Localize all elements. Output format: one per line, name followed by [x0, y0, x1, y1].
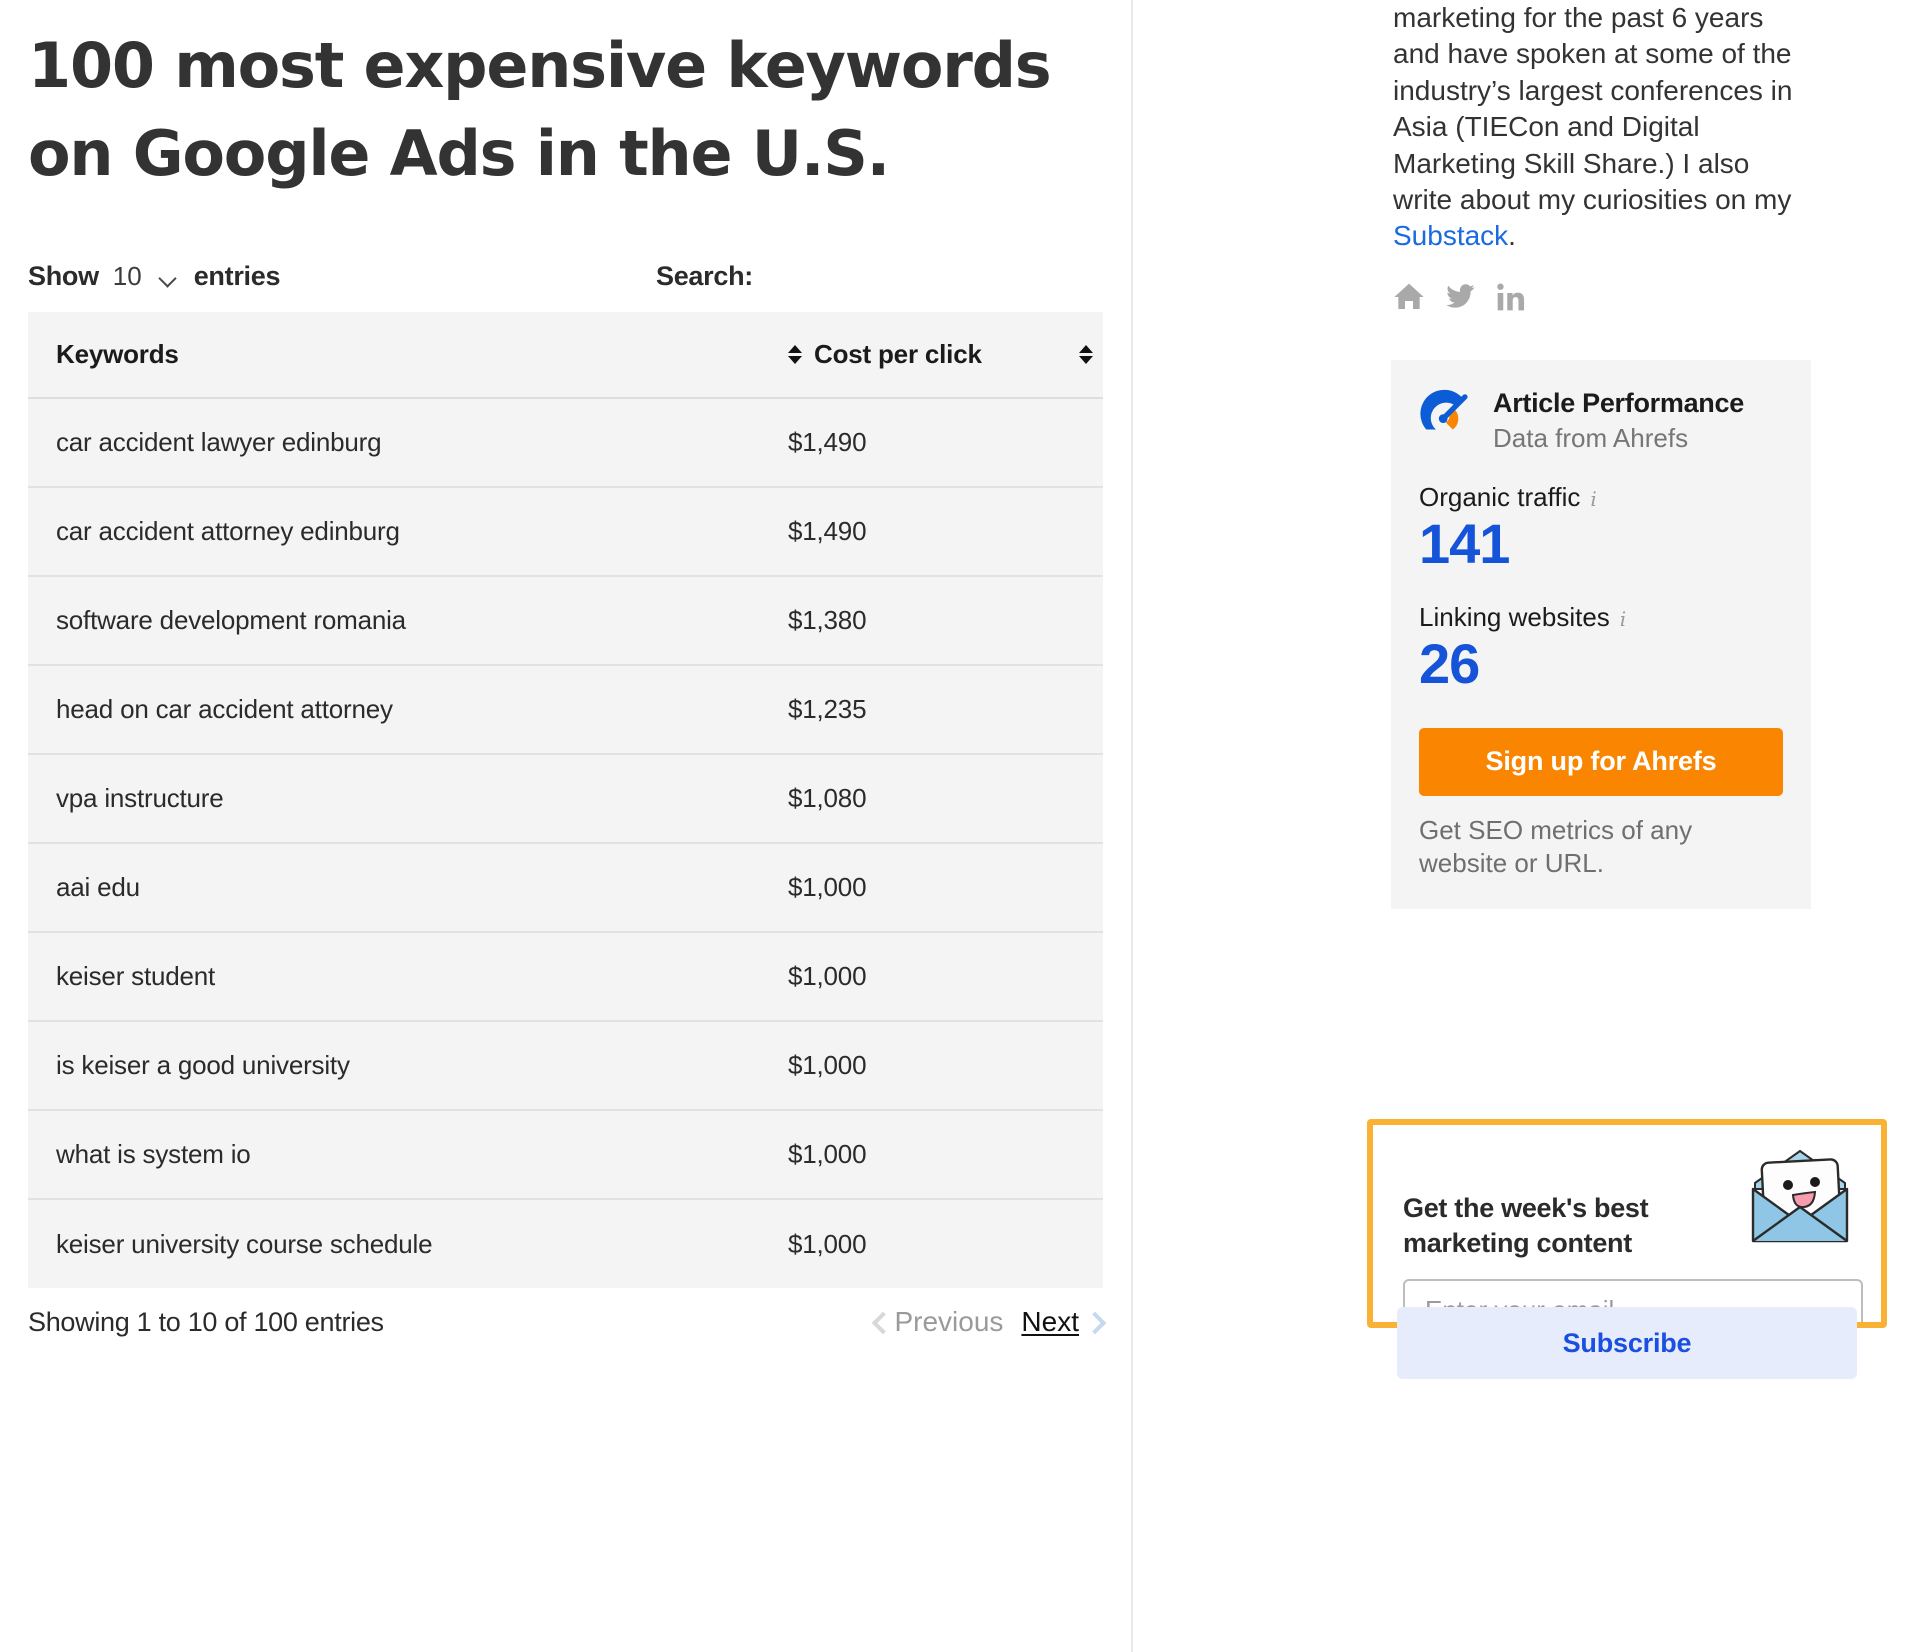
cell-cost-per-click: $1,000: [788, 843, 1103, 932]
performance-card-header: Article Performance Data from Ahrefs: [1419, 386, 1783, 454]
chevron-left-icon: [872, 1309, 888, 1335]
info-icon-linking-websites[interactable]: i: [1620, 607, 1626, 631]
table-row: aai edu$1,000: [28, 843, 1103, 932]
search-input[interactable]: [765, 259, 769, 293]
cell-keyword: aai edu: [28, 843, 788, 932]
pagination-previous-button[interactable]: Previous: [872, 1306, 1003, 1338]
author-bio-text: marketing for the past 6 years and have …: [1393, 2, 1792, 215]
twitter-icon[interactable]: [1443, 281, 1477, 318]
cell-cost-per-click: $1,490: [788, 487, 1103, 576]
column-header-cost-per-click-label: Cost per click: [814, 339, 982, 370]
cell-keyword: is keiser a good university: [28, 1021, 788, 1110]
organic-traffic-value: 141: [1419, 515, 1783, 574]
cell-cost-per-click: $1,000: [788, 1110, 1103, 1199]
table-row: keiser student$1,000: [28, 932, 1103, 1021]
author-bio: marketing for the past 6 years and have …: [1393, 0, 1793, 255]
ahrefs-logo-icon: [1419, 386, 1477, 449]
cell-keyword: keiser student: [28, 932, 788, 1021]
entries-length-value: 10: [113, 261, 142, 292]
column-header-keywords[interactable]: Keywords: [28, 312, 788, 398]
newsletter-title: Get the week's best marketing content: [1403, 1191, 1683, 1260]
table-row: head on car accident attorney$1,235: [28, 665, 1103, 754]
cell-cost-per-click: $1,000: [788, 1199, 1103, 1288]
column-header-cost-per-click[interactable]: Cost per click: [788, 312, 1103, 398]
pagination-next-label: Next: [1021, 1306, 1079, 1338]
home-icon[interactable]: [1393, 281, 1425, 318]
keywords-table-container: Keywords Cost per click car: [28, 312, 1103, 1288]
cell-keyword: what is system io: [28, 1110, 788, 1199]
table-footer: Showing 1 to 10 of 100 entries Previous …: [28, 1306, 1103, 1338]
author-bio-text-tail: .: [1508, 220, 1516, 251]
sort-toggle-icon-left[interactable]: [788, 342, 802, 368]
performance-card-title: Article Performance: [1493, 388, 1744, 419]
sign-up-for-ahrefs-button[interactable]: Sign up for Ahrefs: [1419, 728, 1783, 796]
sidebar: marketing for the past 6 years and have …: [1133, 0, 1906, 1652]
cell-keyword: keiser university course schedule: [28, 1199, 788, 1288]
sort-toggle-icon-right[interactable]: [1079, 342, 1093, 368]
cell-keyword: software development romania: [28, 576, 788, 665]
cell-keyword: head on car accident attorney: [28, 665, 788, 754]
table-controls: Show 10 entries Search:: [28, 254, 1103, 298]
pagination: Previous Next: [872, 1306, 1103, 1338]
cell-cost-per-click: $1,380: [788, 576, 1103, 665]
organic-traffic-label: Organic traffic: [1419, 482, 1580, 513]
table-row: car accident lawyer edinburg$1,490: [28, 398, 1103, 487]
ahrefs-note: Get SEO metrics of any website or URL.: [1419, 814, 1783, 882]
linking-websites-value: 26: [1419, 635, 1783, 694]
keywords-table: Keywords Cost per click car: [28, 312, 1103, 1288]
page-title: 100 most expensive keywords on Google Ad…: [28, 22, 1113, 198]
linkedin-icon[interactable]: [1495, 281, 1527, 318]
newsletter-subscribe-button[interactable]: Subscribe: [1397, 1307, 1857, 1379]
table-row: is keiser a good university$1,000: [28, 1021, 1103, 1110]
chevron-right-icon: [1087, 1309, 1103, 1335]
table-body: car accident lawyer edinburg$1,490car ac…: [28, 398, 1103, 1288]
linking-websites-label: Linking websites: [1419, 602, 1610, 633]
chevron-down-icon: [160, 272, 176, 281]
entries-length-select[interactable]: 10: [113, 261, 176, 292]
table-row: vpa instructure$1,080: [28, 754, 1103, 843]
show-label: Show: [28, 261, 99, 292]
social-links: [1393, 281, 1906, 318]
search-label: Search:: [656, 261, 753, 292]
cell-keyword: vpa instructure: [28, 754, 788, 843]
table-row: software development romania$1,380: [28, 576, 1103, 665]
metric-label-organic-traffic: Organic traffic i: [1419, 482, 1783, 513]
cell-cost-per-click: $1,490: [788, 398, 1103, 487]
cell-cost-per-click: $1,000: [788, 1021, 1103, 1110]
table-header-row: Keywords Cost per click: [28, 312, 1103, 398]
page-root: 100 most expensive keywords on Google Ad…: [0, 0, 1906, 1652]
table-row: keiser university course schedule$1,000: [28, 1199, 1103, 1288]
search-area: Search:: [656, 254, 769, 298]
article-main-column: 100 most expensive keywords on Google Ad…: [0, 0, 1130, 1652]
cell-cost-per-click: $1,000: [788, 932, 1103, 1021]
entries-label: entries: [194, 261, 280, 292]
smiling-envelope-illustration: [1735, 1137, 1865, 1257]
table-row: what is system io$1,000: [28, 1110, 1103, 1199]
article-performance-card: Article Performance Data from Ahrefs Org…: [1391, 360, 1811, 909]
newsletter-signup-box: Get the week's best marketing content: [1367, 1119, 1887, 1328]
substack-link[interactable]: Substack: [1393, 220, 1508, 251]
showing-entries-info: Showing 1 to 10 of 100 entries: [28, 1307, 384, 1338]
pagination-previous-label: Previous: [894, 1306, 1003, 1338]
cell-cost-per-click: $1,080: [788, 754, 1103, 843]
performance-card-subtitle: Data from Ahrefs: [1493, 423, 1744, 454]
pagination-next-button[interactable]: Next: [1021, 1306, 1103, 1338]
table-row: car accident attorney edinburg$1,490: [28, 487, 1103, 576]
info-icon-organic-traffic[interactable]: i: [1590, 487, 1596, 511]
metric-label-linking-websites: Linking websites i: [1419, 602, 1783, 633]
cell-cost-per-click: $1,235: [788, 665, 1103, 754]
cell-keyword: car accident lawyer edinburg: [28, 398, 788, 487]
cell-keyword: car accident attorney edinburg: [28, 487, 788, 576]
